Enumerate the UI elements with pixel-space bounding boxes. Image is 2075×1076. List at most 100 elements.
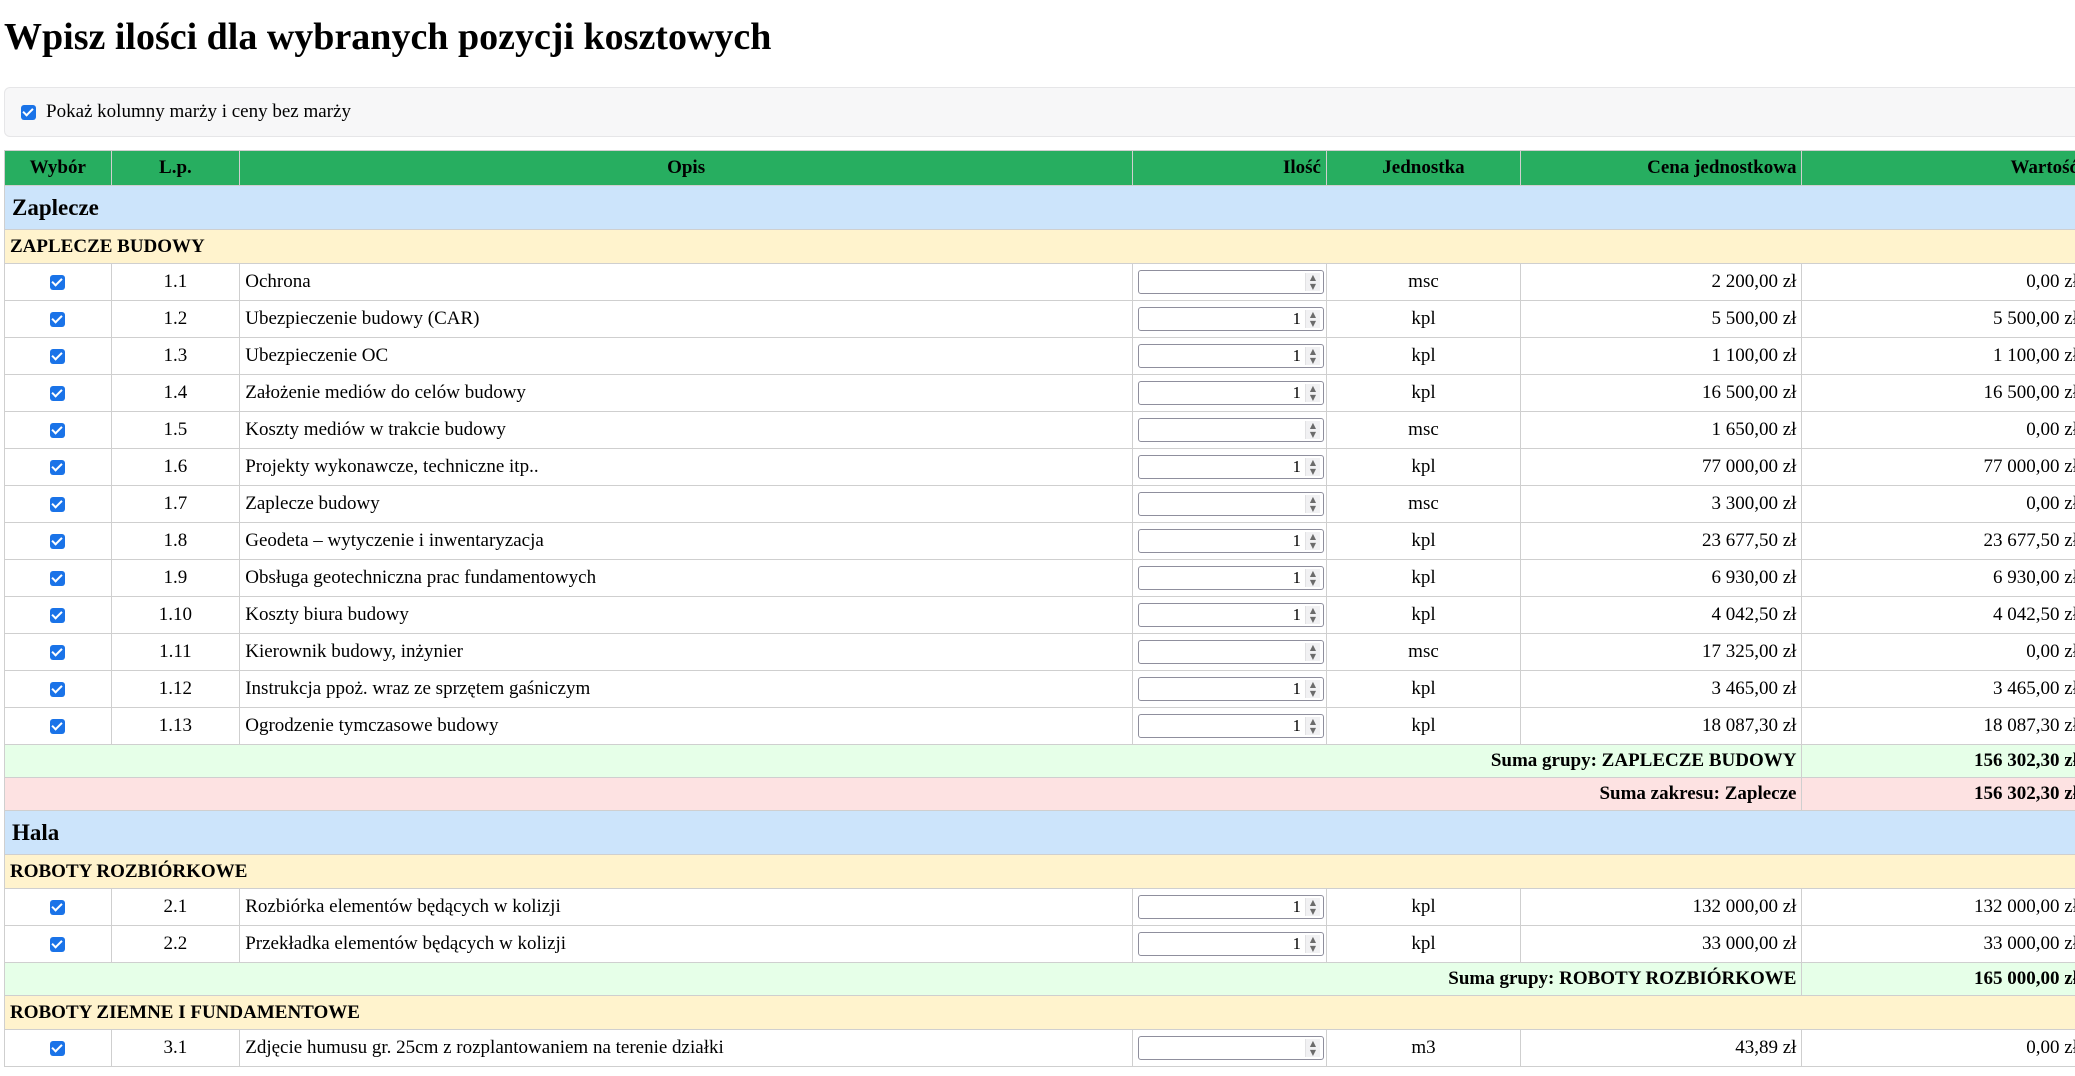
row-select-checkbox[interactable] xyxy=(50,900,66,916)
table-row: 1.13 Ogrodzenie tymczasowe budowy 1 ▲ ▼ kpl 18… xyxy=(4,707,2075,745)
quantity-input[interactable]: 1 ▲ ▼ xyxy=(1137,932,1324,956)
quantity-value: 1 xyxy=(1292,457,1301,476)
value-cell: 132 000,00 zł xyxy=(1801,888,2075,926)
quantity-input[interactable]: 1 ▲ ▼ xyxy=(1137,529,1324,553)
quantity-spinner-icon[interactable]: ▲ ▼ xyxy=(1304,310,1320,328)
quantity-spinner-icon[interactable]: ▲ ▼ xyxy=(1304,606,1320,624)
quantity-spinner-icon[interactable]: ▲ ▼ xyxy=(1304,569,1320,587)
quantity-spinner-icon[interactable]: ▲ ▼ xyxy=(1304,643,1320,661)
description-cell: Przekładka elementów będących w kolizji xyxy=(239,925,1133,963)
description-cell: Koszty mediów w trakcie budowy xyxy=(239,411,1133,449)
quantity-spinner-icon[interactable]: ▲ ▼ xyxy=(1304,273,1320,291)
quantity-spinner-icon[interactable]: ▲ ▼ xyxy=(1304,532,1320,550)
quantity-input[interactable]: 1 ▲ ▼ xyxy=(1137,603,1324,627)
lp-cell: 1.11 xyxy=(110,633,241,671)
quantity-spinner-icon[interactable]: ▲ ▼ xyxy=(1304,458,1320,476)
quantity-spinner-icon[interactable]: ▲ ▼ xyxy=(1304,717,1320,735)
unit-cell: kpl xyxy=(1325,559,1521,597)
group-sum-row: Suma grupy: ZAPLECZE BUDOWY 156 302,30 zł xyxy=(3,744,2075,778)
row-select-checkbox[interactable] xyxy=(50,423,66,439)
lp-cell: 1.4 xyxy=(110,374,241,412)
quantity-spinner-icon[interactable]: ▲ ▼ xyxy=(1304,421,1320,439)
unit-price-cell: 23 677,50 zł xyxy=(1519,522,1803,560)
table-row: 1.5 Koszty mediów w trakcie budowy ▲ ▼ msc 1 … xyxy=(4,411,2075,449)
quantity-input[interactable]: ▲ ▼ xyxy=(1137,270,1324,294)
quantity-input[interactable]: 1 ▲ ▼ xyxy=(1137,455,1324,479)
unit-cell: kpl xyxy=(1325,670,1521,708)
lp-cell: 1.1 xyxy=(110,263,241,301)
scope-sum-value: 156 302,30 zł xyxy=(1801,777,2075,811)
lp-cell: 1.8 xyxy=(110,522,241,560)
select-cell xyxy=(4,300,112,338)
show-margin-checkbox[interactable] xyxy=(21,104,36,120)
description-cell: Ubezpieczenie budowy (CAR) xyxy=(239,300,1133,338)
quantity-spinner-icon[interactable]: ▲ ▼ xyxy=(1304,935,1320,953)
table-row: 1.8 Geodeta – wytyczenie i inwentaryzacja… xyxy=(4,522,2075,560)
group-title: ROBOTY ROZBIÓRKOWE xyxy=(4,854,2075,889)
unit-cell: m3 xyxy=(1325,1029,1521,1067)
quantity-spinner-icon[interactable]: ▲ ▼ xyxy=(1304,1039,1320,1057)
row-select-checkbox[interactable] xyxy=(50,275,66,291)
description-cell: Ogrodzenie tymczasowe budowy xyxy=(239,707,1133,745)
table-row: 3.1 Zdjęcie humusu gr. 25cm z rozplantowa… xyxy=(4,1029,2075,1067)
unit-price-cell: 16 500,00 zł xyxy=(1519,374,1803,412)
group-sum-label: Suma grupy: ZAPLECZE BUDOWY xyxy=(3,744,1803,778)
quantity-input[interactable]: 1 ▲ ▼ xyxy=(1137,307,1324,331)
quantity-value: 1 xyxy=(1292,309,1301,328)
quantity-input[interactable]: 1 ▲ ▼ xyxy=(1137,895,1324,919)
group-sum-label: Suma grupy: ROBOTY ROZBIÓRKOWE xyxy=(3,962,1803,996)
quantity-input[interactable]: 1 ▲ ▼ xyxy=(1137,381,1324,405)
row-select-checkbox[interactable] xyxy=(50,386,66,402)
quantity-spinner-icon[interactable]: ▲ ▼ xyxy=(1304,898,1320,916)
quantity-input[interactable]: 1 ▲ ▼ xyxy=(1137,344,1324,368)
quantity-spinner-icon[interactable]: ▲ ▼ xyxy=(1304,680,1320,698)
description-cell: Ubezpieczenie OC xyxy=(239,337,1133,375)
row-select-checkbox[interactable] xyxy=(50,460,66,476)
unit-price-cell: 5 500,00 zł xyxy=(1519,300,1803,338)
row-select-checkbox[interactable] xyxy=(50,534,66,550)
value-cell: 23 677,50 zł xyxy=(1801,522,2075,560)
quantity-spinner-icon[interactable]: ▲ ▼ xyxy=(1304,495,1320,513)
group-sum-value: 156 302,30 zł xyxy=(1801,744,2075,778)
row-select-checkbox[interactable] xyxy=(50,571,66,587)
quantity-input[interactable]: ▲ ▼ xyxy=(1137,492,1324,516)
group-sum-row: Suma grupy: ROBOTY ROZBIÓRKOWE 165 000,00… xyxy=(3,962,2075,996)
select-cell xyxy=(4,633,112,671)
row-select-checkbox[interactable] xyxy=(50,719,66,735)
description-cell: Koszty biura budowy xyxy=(239,596,1133,634)
unit-cell: kpl xyxy=(1325,300,1521,338)
quantity-cell: ▲ ▼ xyxy=(1131,1029,1327,1067)
table-row: 1.9 Obsługa geotechniczna prac fundamento… xyxy=(4,559,2075,597)
row-select-checkbox[interactable] xyxy=(50,937,66,953)
quantity-cell: 1 ▲ ▼ xyxy=(1131,522,1327,560)
row-select-checkbox[interactable] xyxy=(50,312,66,328)
table-header-row: Wybór L.p. Opis Ilość Jednostka Cena jed… xyxy=(4,150,2075,186)
lp-cell: 1.3 xyxy=(110,337,241,375)
quantity-input[interactable]: 1 ▲ ▼ xyxy=(1137,677,1324,701)
value-cell: 16 500,00 zł xyxy=(1801,374,2075,412)
quantity-input[interactable]: 1 ▲ ▼ xyxy=(1137,566,1324,590)
scope-sum-row: Suma zakresu: Zaplecze 156 302,30 zł xyxy=(3,777,2075,811)
table-row: 1.1 Ochrona ▲ ▼ msc 2 200,00 zł 0,00 zł xyxy=(4,263,2075,301)
cost-table: Wybór L.p. Opis Ilość Jednostka Cena jed… xyxy=(3,150,2075,1067)
header-quantity: Ilość xyxy=(1131,150,1327,186)
quantity-input[interactable]: ▲ ▼ xyxy=(1137,640,1324,664)
quantity-spinner-icon[interactable]: ▲ ▼ xyxy=(1304,347,1320,365)
unit-price-cell: 3 465,00 zł xyxy=(1519,670,1803,708)
row-select-checkbox[interactable] xyxy=(50,608,66,624)
lp-cell: 1.2 xyxy=(110,300,241,338)
quantity-input[interactable]: ▲ ▼ xyxy=(1137,1036,1324,1060)
quantity-cell: ▲ ▼ xyxy=(1131,411,1327,449)
select-cell xyxy=(4,559,112,597)
row-select-checkbox[interactable] xyxy=(50,682,66,698)
quantity-value: 1 xyxy=(1292,716,1301,735)
value-cell: 77 000,00 zł xyxy=(1801,448,2075,486)
row-select-checkbox[interactable] xyxy=(50,1041,66,1057)
quantity-input[interactable]: ▲ ▼ xyxy=(1137,418,1324,442)
row-select-checkbox[interactable] xyxy=(50,349,66,365)
row-select-checkbox[interactable] xyxy=(50,645,66,661)
quantity-spinner-icon[interactable]: ▲ ▼ xyxy=(1304,384,1320,402)
row-select-checkbox[interactable] xyxy=(50,497,66,513)
quantity-input[interactable]: 1 ▲ ▼ xyxy=(1137,714,1324,738)
options-bar: Pokaż kolumny marży i ceny bez marży xyxy=(4,87,2075,137)
